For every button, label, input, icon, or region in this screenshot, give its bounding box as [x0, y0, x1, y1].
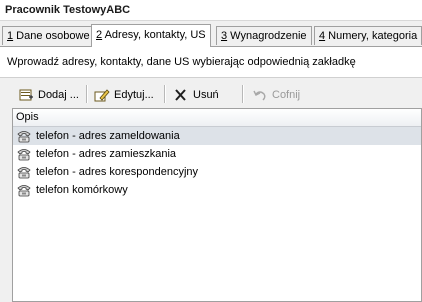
list-item[interactable]: telefon - adres korespondencyjny	[13, 163, 421, 181]
column-header-opis[interactable]: Opis	[13, 109, 421, 127]
edit-button-label: Edytuj...	[114, 89, 154, 101]
hint-area: Wprowadź adresy, kontakty, dane US wybie…	[0, 47, 422, 78]
list-item[interactable]: telefon - adres zameldowania	[13, 127, 421, 145]
edit-button[interactable]: Edytuj...	[94, 85, 154, 105]
tab-numery-kategoria[interactable]: 4 Numery, kategoria	[314, 26, 422, 45]
tab-strip: 1 Dane osobowe 2 Adresy, kontakty, US 3 …	[0, 24, 422, 47]
tab-adresy-kontakty-us[interactable]: 2 Adresy, kontakty, US	[91, 24, 211, 47]
edit-icon	[94, 89, 110, 102]
phone-icon	[17, 167, 31, 179]
undo-button-label: Cofnij	[272, 89, 301, 101]
list-item-label: telefon - adres zamieszkania	[36, 148, 177, 160]
list-item-label: telefon - adres korespondencyjny	[36, 166, 199, 178]
delete-button-label: Usuń	[193, 89, 219, 101]
undo-icon	[253, 90, 266, 101]
list-item[interactable]: telefon - adres zamieszkania	[13, 145, 421, 163]
undo-button[interactable]: Cofnij	[252, 85, 300, 105]
add-button[interactable]: Dodaj ...	[18, 85, 79, 105]
window-title: Pracownik TestowyABC	[5, 4, 131, 16]
toolbar: Dodaj ... Edytuj... Usuń Cofnij	[0, 80, 422, 108]
toolbar-separator	[86, 85, 88, 103]
delete-x-icon	[175, 89, 186, 101]
add-button-label: Dodaj ...	[38, 89, 79, 101]
tab-label: Adresy, kontakty, US	[102, 29, 206, 41]
tab-dane-osobowe[interactable]: 1 Dane osobowe	[2, 26, 95, 45]
phone-icon	[17, 131, 31, 143]
delete-button[interactable]: Usuń	[173, 85, 219, 105]
title-bar: Pracownik TestowyABC	[0, 0, 422, 21]
tab-label: Dane osobowe	[13, 30, 90, 42]
phone-icon	[17, 185, 31, 197]
add-record-icon	[19, 89, 33, 101]
list-item[interactable]: telefon komórkowy	[13, 181, 421, 199]
tab-label: Wynagrodzenie	[227, 30, 307, 42]
hint-text: Wprowadź adresy, kontakty, dane US wybie…	[7, 56, 356, 68]
toolbar-separator	[242, 85, 244, 103]
contacts-list[interactable]: Opis telefon - adres zameldowania telefo…	[12, 108, 422, 302]
list-item-label: telefon komórkowy	[36, 184, 128, 196]
tab-wynagrodzenie[interactable]: 3 Wynagrodzenie	[216, 26, 312, 45]
tab-label: Numery, kategoria	[325, 30, 418, 42]
list-item-label: telefon - adres zameldowania	[36, 130, 180, 142]
column-header-label: Opis	[16, 111, 39, 123]
toolbar-separator	[164, 85, 166, 103]
phone-icon	[17, 149, 31, 161]
